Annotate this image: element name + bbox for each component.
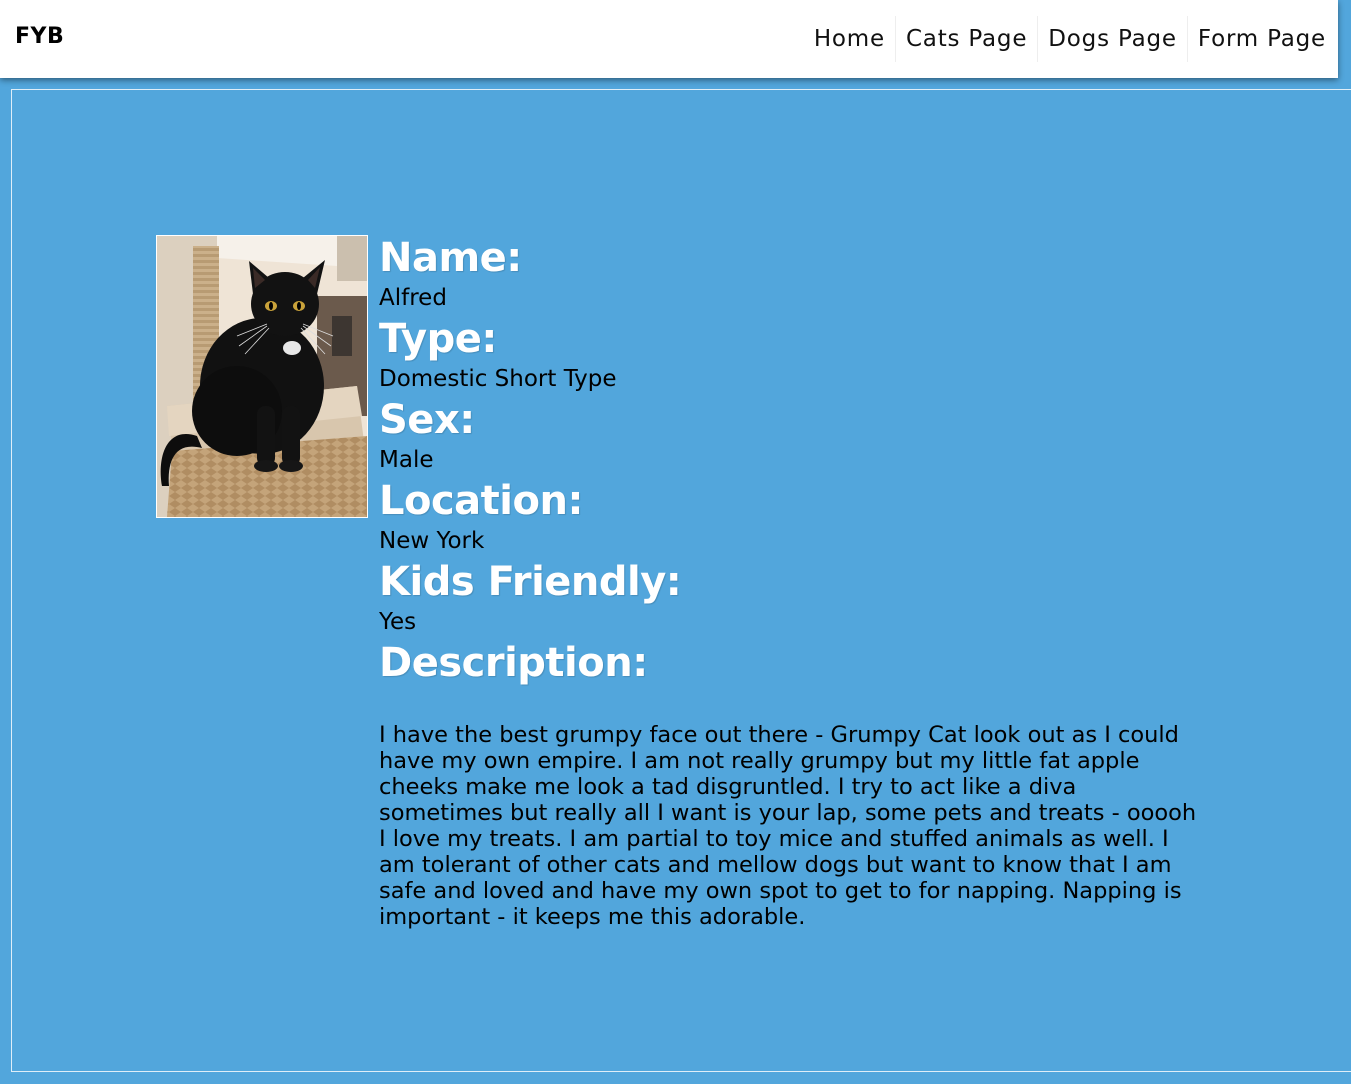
black-cat-photo-icon	[157, 236, 367, 517]
location-value: New York	[379, 528, 485, 554]
nav-link-form[interactable]: Form Page	[1186, 16, 1336, 62]
pet-photo	[156, 235, 368, 518]
page-background: Name: Alfred Type: Domestic Short Type S…	[0, 0, 1351, 1084]
description-label: Description:	[379, 640, 648, 686]
type-label: Type:	[379, 316, 497, 362]
kids-friendly-value: Yes	[379, 609, 417, 635]
nav-link-home[interactable]: Home	[804, 16, 895, 62]
nav-links: Home Cats Page Dogs Page Form Page	[804, 16, 1336, 62]
navbar: FYB Home Cats Page Dogs Page Form Page	[0, 0, 1338, 78]
sex-label: Sex:	[379, 397, 475, 443]
name-label: Name:	[379, 235, 522, 281]
location-label: Location:	[379, 478, 583, 524]
pet-details: Name: Alfred Type: Domestic Short Type S…	[379, 232, 1209, 930]
sex-value: Male	[379, 447, 434, 473]
brand-logo[interactable]: FYB	[15, 24, 64, 49]
description-text: I have the best grumpy face out there - …	[379, 722, 1197, 930]
type-value: Domestic Short Type	[379, 366, 617, 392]
kids-friendly-label: Kids Friendly:	[379, 559, 682, 605]
name-value: Alfred	[379, 285, 447, 311]
nav-link-dogs[interactable]: Dogs Page	[1037, 16, 1187, 62]
nav-link-cats[interactable]: Cats Page	[894, 16, 1037, 62]
